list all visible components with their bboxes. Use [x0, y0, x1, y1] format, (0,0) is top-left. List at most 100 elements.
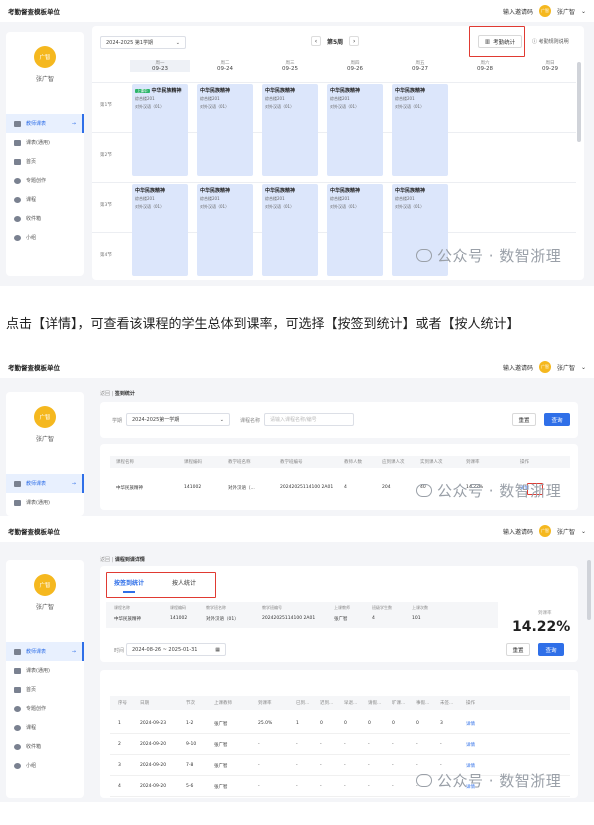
- course-class: 对外汉语（01）: [135, 104, 165, 109]
- sidebar-item-inbox[interactable]: 收件箱: [6, 209, 84, 228]
- avatar[interactable]: 广智: [538, 361, 551, 373]
- watermark: 公众号 · 数智浙理: [416, 770, 561, 791]
- column-header: 应到课人次: [382, 460, 405, 465]
- detail-link[interactable]: 详情: [466, 763, 475, 769]
- course-block[interactable]: 中华民族精神 综合楼201 对外汉语（01）: [262, 84, 318, 176]
- course-room: 综合楼201: [200, 196, 220, 201]
- sidebar-item-topics[interactable]: 专题创作: [6, 699, 84, 718]
- sidebar-item-home[interactable]: 首页: [6, 152, 84, 171]
- sidebar-item-course[interactable]: 课程: [6, 718, 84, 737]
- column-header: 早退...: [344, 701, 358, 706]
- watermark: 公众号 · 数智浙理: [416, 480, 561, 501]
- course-block[interactable]: 中华民族精神 综合楼201 对外汉语（01）: [327, 84, 383, 176]
- sidebar-item-general-schedule[interactable]: 课表(通用): [6, 133, 84, 152]
- course-title-text: 中华民族精神: [200, 188, 231, 194]
- course-block[interactable]: 中华民族精神 综合楼201 对外汉语（01）: [327, 184, 383, 276]
- table-cell: -: [320, 784, 322, 789]
- sidebar-item-teacher-schedule[interactable]: 教师课表 →: [6, 114, 84, 133]
- sidebar-item-inbox[interactable]: 收件箱: [6, 737, 84, 756]
- course-title: 中华民族精神: [135, 187, 185, 194]
- invite-link[interactable]: 输入邀请码: [503, 527, 533, 536]
- scrollbar[interactable]: [577, 62, 581, 142]
- invite-link[interactable]: 输入邀请码: [503, 7, 533, 16]
- user-name[interactable]: 张广智: [557, 7, 575, 16]
- user-name[interactable]: 张广智: [557, 363, 575, 372]
- sidebar-item-teacher-schedule[interactable]: 教师课表 →: [6, 642, 84, 661]
- app-title: 考勤督查模板单位: [8, 364, 60, 372]
- course-title: 中华民族精神: [395, 87, 445, 94]
- chevron-down-icon[interactable]: ⌄: [581, 528, 586, 535]
- query-button[interactable]: 查询: [544, 413, 570, 426]
- top-bar: 考勤督查模板单位 输入邀请码 广智 张广智 ⌄: [0, 520, 594, 542]
- course-block[interactable]: 中华民族精神 综合楼201 对外汉语（01）: [197, 184, 253, 276]
- chevron-down-icon[interactable]: ⌄: [581, 8, 586, 15]
- user-name[interactable]: 张广智: [557, 527, 575, 536]
- sidebar-item-home[interactable]: 首页: [6, 680, 84, 699]
- avatar[interactable]: 广智: [538, 5, 551, 17]
- sidebar-item-course[interactable]: 课程: [6, 190, 84, 209]
- reset-button[interactable]: 重置: [512, 413, 536, 426]
- course-title-text: 中华民族精神: [265, 188, 296, 194]
- status-badge: 上课中: [135, 89, 150, 93]
- date-range-input[interactable]: 2024-08-26 ~ 2025-01-31 ▦: [126, 643, 226, 656]
- avatar[interactable]: 广智: [538, 525, 551, 537]
- profile-avatar[interactable]: 广智: [34, 574, 56, 596]
- course-block[interactable]: 中华民族精神 综合楼201 对外汉语（01）: [197, 84, 253, 176]
- semester-value: 2024-2025 第1学期: [106, 40, 154, 46]
- chevron-down-icon[interactable]: ⌄: [581, 364, 586, 371]
- table-icon: [14, 499, 21, 506]
- course-room: 综合楼201: [265, 196, 285, 201]
- column-header: 旷课...: [392, 701, 406, 706]
- table-header: 课程名称 课程编码 教学班名称 教学班编号 教师人数 应到课人次 实到课人次 到课率 操作: [110, 456, 570, 468]
- day-column-header: 周一 09-23: [130, 60, 190, 72]
- back-link[interactable]: 返回: [100, 391, 110, 397]
- profile-avatar[interactable]: 广智: [34, 406, 56, 428]
- table-cell: -: [440, 742, 442, 747]
- column-header: 课程编码: [184, 460, 202, 465]
- course-input[interactable]: 请输入课程名称/编号: [264, 413, 354, 426]
- semester-select[interactable]: 2024-2025 第1学期 ⌄: [100, 36, 186, 49]
- semester-select[interactable]: 2024-2025第一学期 ⌄: [126, 413, 230, 426]
- course-class: 对外汉语（01）: [265, 104, 295, 109]
- detail-link[interactable]: 详情: [466, 742, 475, 748]
- invite-link[interactable]: 输入邀请码: [503, 363, 533, 372]
- sidebar-item-group[interactable]: 小组: [6, 228, 84, 247]
- query-button[interactable]: 查询: [538, 643, 564, 656]
- day-column-header: 周六 09-28: [455, 60, 515, 72]
- info-label: 课程名称: [114, 605, 130, 610]
- course-class: 对外汉语（01）: [395, 104, 425, 109]
- reset-button[interactable]: 重置: [506, 643, 530, 656]
- back-link[interactable]: 返回: [100, 557, 110, 563]
- table-cell: 张广智: [214, 722, 228, 727]
- sidebar-item-group[interactable]: 小组: [6, 756, 84, 775]
- course-block[interactable]: 中华民族精神 综合楼201 对外汉语（01）: [132, 184, 188, 276]
- attendance-rules-link[interactable]: ⓘ 考勤规则说明: [532, 38, 569, 45]
- sidebar-item-teacher-schedule[interactable]: 教师课表 →: [6, 474, 84, 493]
- profile-avatar[interactable]: 广智: [34, 46, 56, 68]
- prev-week-button[interactable]: ‹: [311, 36, 321, 46]
- breadcrumb: 返回 | 签到统计: [100, 391, 135, 397]
- course-class: 对外汉语（01）: [265, 204, 295, 209]
- detail-link[interactable]: 详情: [466, 721, 475, 727]
- sidebar-item-topics[interactable]: 专题创作: [6, 171, 84, 190]
- column-header: 到课率: [258, 701, 272, 706]
- stats-screenshot: 考勤督查模板单位 输入邀请码 广智 张广智 ⌄ 广智 张广智 教师课表 → 课表(…: [0, 356, 594, 516]
- course-block[interactable]: 中华民族精神 综合楼201 对外汉语（01）: [392, 84, 448, 176]
- course-class: 对外汉语（01）: [395, 204, 425, 209]
- book-icon: [14, 196, 21, 203]
- scrollbar[interactable]: [587, 560, 591, 620]
- highlight-box: [106, 572, 216, 598]
- table-cell: -: [258, 763, 260, 768]
- date-label: 09-27: [412, 66, 428, 72]
- course-block[interactable]: 上课中 中华民族精神 综合楼201 对外汉语（01）: [132, 84, 188, 176]
- next-week-button[interactable]: ›: [349, 36, 360, 46]
- table-row: 1 2024-09-23 1-2 张广智 25.0% 1 0 0 0 0 0 3 详情: [110, 718, 570, 734]
- course-title-text: 中华民族精神: [265, 88, 296, 94]
- course-block[interactable]: 中华民族精神 综合楼201 对外汉语（01）: [262, 184, 318, 276]
- sidebar-item-general-schedule[interactable]: 课表(通用): [6, 493, 84, 512]
- date-label: 09-23: [152, 66, 168, 72]
- breadcrumb: 返回 | 课程到课详情: [100, 557, 145, 563]
- sidebar-item-label: 小组: [26, 235, 37, 241]
- top-bar: 考勤督查模板单位 输入邀请码 广智 张广智 ⌄: [0, 0, 594, 22]
- sidebar-item-general-schedule[interactable]: 课表(通用): [6, 661, 84, 680]
